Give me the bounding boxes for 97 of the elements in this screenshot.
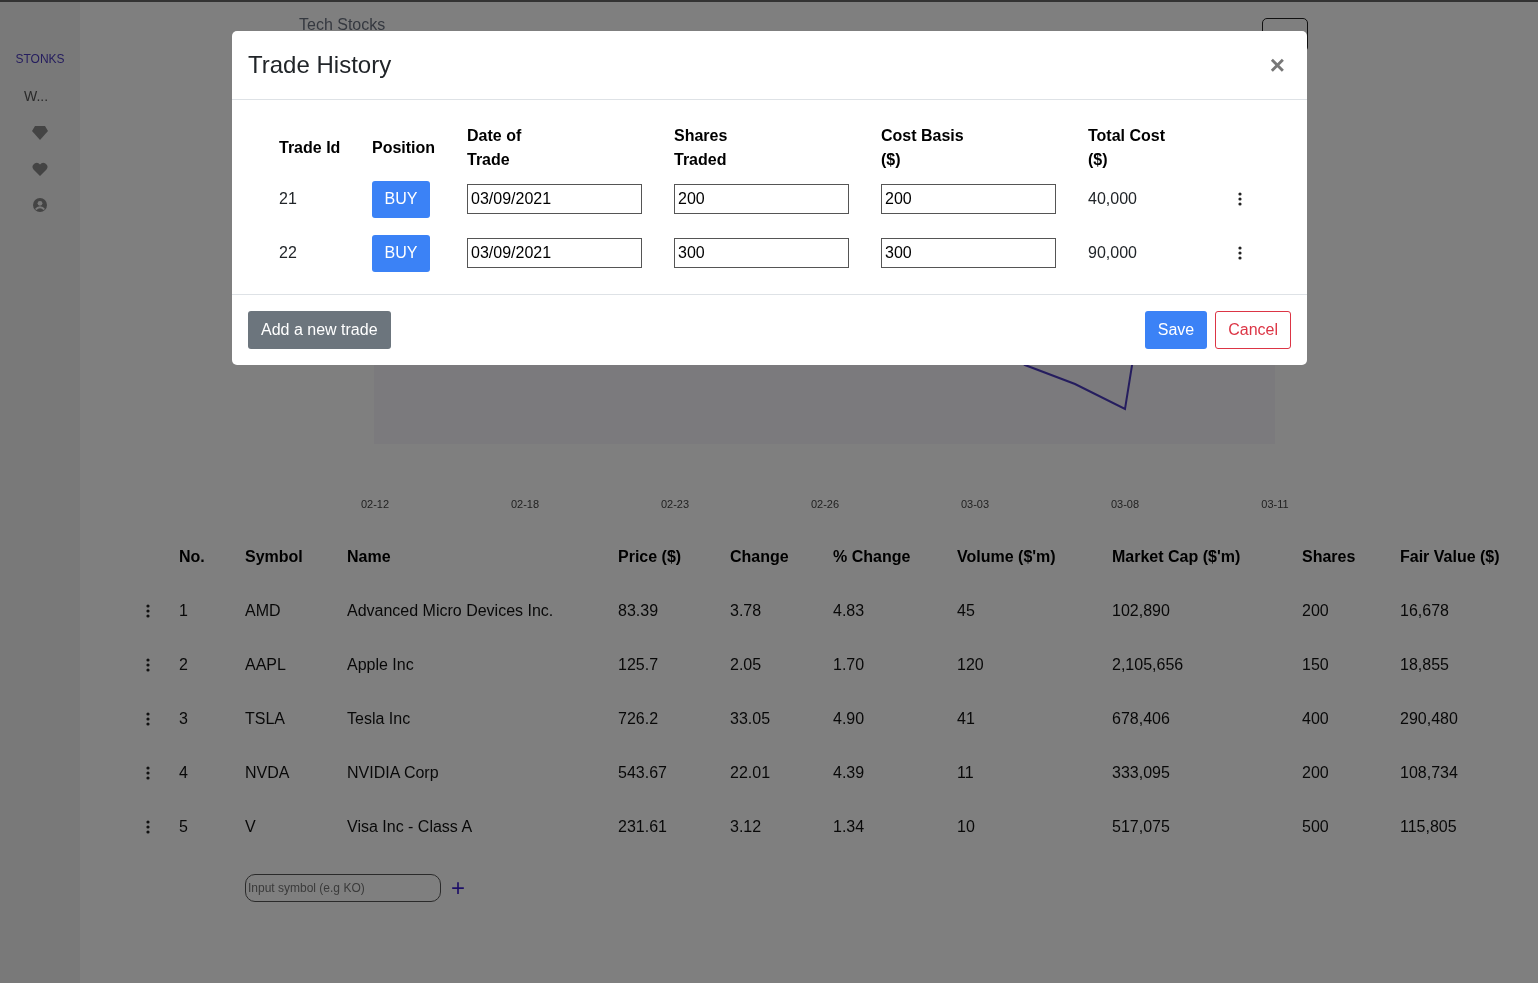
table-cell-text: 2,105,656 xyxy=(1112,655,1185,675)
table-cell-text: 3.12 xyxy=(730,817,763,837)
table-cell-text: 150 xyxy=(1302,655,1330,675)
column-header: Volume ($'m) xyxy=(957,547,1057,567)
column-header: Shares Traded xyxy=(674,126,729,170)
cost-input-field[interactable]: 200 xyxy=(881,184,1056,214)
table-cell-text: 3 xyxy=(179,709,189,729)
table-cell-text: 5 xyxy=(179,817,189,837)
table-cell-text: 543.67 xyxy=(618,763,668,783)
column-header: Shares xyxy=(1302,547,1357,567)
table-cell-text: 1 xyxy=(179,601,189,621)
axis-label: 03-03 xyxy=(959,498,991,510)
table-cell-text: 290,480 xyxy=(1400,709,1459,729)
table-cell-text: 33.05 xyxy=(730,709,772,729)
table-cell-text: V xyxy=(245,817,257,837)
column-header: % Change xyxy=(833,547,912,567)
table-cell-text: 120 xyxy=(957,655,985,675)
table-cell-text: Advanced Micro Devices Inc. xyxy=(347,601,555,621)
shares-input-field[interactable]: 200 xyxy=(674,184,849,214)
table-cell-text: 22.01 xyxy=(730,763,772,783)
date-input-field[interactable]: 03/09/2021 xyxy=(467,184,642,214)
table-cell-text: AMD xyxy=(245,601,282,621)
table-cell-text: 4 xyxy=(179,763,189,783)
table-cell-text: 83.39 xyxy=(618,601,660,621)
column-header: Position xyxy=(372,138,437,158)
table-cell-text: Visa Inc - Class A xyxy=(347,817,474,837)
save-button[interactable]: Save xyxy=(1144,311,1208,349)
column-header: Fair Value ($) xyxy=(1400,547,1501,567)
table-cell-text: 3.78 xyxy=(730,601,763,621)
table-cell-text: 18,855 xyxy=(1400,655,1450,675)
column-header: No. xyxy=(179,547,206,567)
column-header: Symbol xyxy=(245,547,304,567)
add-trade-button[interactable]: Add a new trade xyxy=(248,311,391,349)
table-cell-text: 333,095 xyxy=(1112,763,1171,783)
cancel-button[interactable]: Cancel xyxy=(1215,311,1291,349)
position-button[interactable]: BUY xyxy=(372,180,430,218)
table-cell-text: 678,406 xyxy=(1112,709,1171,729)
table-cell-text: 1.34 xyxy=(833,817,866,837)
table-cell-text: 517,075 xyxy=(1112,817,1171,837)
table-cell-text: 11 xyxy=(957,763,975,783)
more-options-icon[interactable] xyxy=(1238,192,1242,206)
table-cell-text: 200 xyxy=(1302,601,1330,621)
page-title: Tech Stocks xyxy=(299,16,386,35)
axis-label: 02-18 xyxy=(509,498,541,510)
cost-input-field[interactable]: 300 xyxy=(881,238,1056,268)
table-cell-text: 108,734 xyxy=(1400,763,1459,783)
symbol-input-field[interactable]: Input symbol (e.g KO) xyxy=(245,874,441,902)
column-header: Price ($) xyxy=(618,547,683,567)
table-cell-text: 41 xyxy=(957,709,976,729)
close-button[interactable]: × xyxy=(1263,49,1291,81)
trade-id: 21 xyxy=(279,189,298,209)
dialog-title: Trade History xyxy=(248,51,392,79)
date-input-field[interactable]: 03/09/2021 xyxy=(467,238,642,268)
total-cost: 40,000 xyxy=(1088,189,1138,209)
axis-label: 02-12 xyxy=(359,498,391,510)
table-cell-text: Tesla Inc xyxy=(347,709,412,729)
table-cell-text: NVIDIA Corp xyxy=(347,763,440,783)
table-cell-text: 2.05 xyxy=(730,655,763,675)
table-cell-text: 16,678 xyxy=(1400,601,1450,621)
axis-label: 02-26 xyxy=(809,498,841,510)
table-cell-text: 4.83 xyxy=(833,601,866,621)
column-header: Cost Basis ($) xyxy=(881,126,965,170)
table-cell-text: 10 xyxy=(957,817,976,837)
sidebar-item[interactable]: W... xyxy=(23,88,49,104)
table-cell-text: 400 xyxy=(1302,709,1330,729)
column-header: Date of Trade xyxy=(467,126,523,170)
add-button[interactable]: + xyxy=(447,876,469,900)
table-cell-text: 102,890 xyxy=(1112,601,1171,621)
table-cell-text: 1.70 xyxy=(833,655,866,675)
brand-name[interactable]: STONKS xyxy=(15,52,65,66)
column-header: Name xyxy=(347,547,392,567)
table-cell-text: NVDA xyxy=(245,763,291,783)
position-button[interactable]: BUY xyxy=(372,234,430,272)
axis-label: 02-23 xyxy=(659,498,691,510)
table-cell-text: 4.39 xyxy=(833,763,866,783)
table-cell-text: TSLA xyxy=(245,709,286,729)
column-header: Trade Id xyxy=(279,138,342,158)
table-cell-text: 115,805 xyxy=(1400,817,1458,837)
table-cell-text: 500 xyxy=(1302,817,1330,837)
shares-input-field[interactable]: 300 xyxy=(674,238,849,268)
table-cell-text: 4.90 xyxy=(833,709,866,729)
axis-label: 03-11 xyxy=(1260,498,1290,510)
table-cell-text: 231.61 xyxy=(618,817,668,837)
table-cell-text: 45 xyxy=(957,601,976,621)
table-cell-text: Apple Inc xyxy=(347,655,415,675)
column-header: Total Cost ($) xyxy=(1088,126,1167,170)
trade-id: 22 xyxy=(279,243,298,263)
table-cell-text: 125.7 xyxy=(618,655,660,675)
table-cell-text: 200 xyxy=(1302,763,1330,783)
table-cell-text: 726.2 xyxy=(618,709,660,729)
total-cost: 90,000 xyxy=(1088,243,1138,263)
table-cell-text: AAPL xyxy=(245,655,287,675)
axis-label: 03-08 xyxy=(1109,498,1141,510)
column-header: Change xyxy=(730,547,790,567)
column-header: Market Cap ($'m) xyxy=(1112,547,1242,567)
table-cell-text: 2 xyxy=(179,655,189,675)
more-options-icon[interactable] xyxy=(1238,246,1242,260)
